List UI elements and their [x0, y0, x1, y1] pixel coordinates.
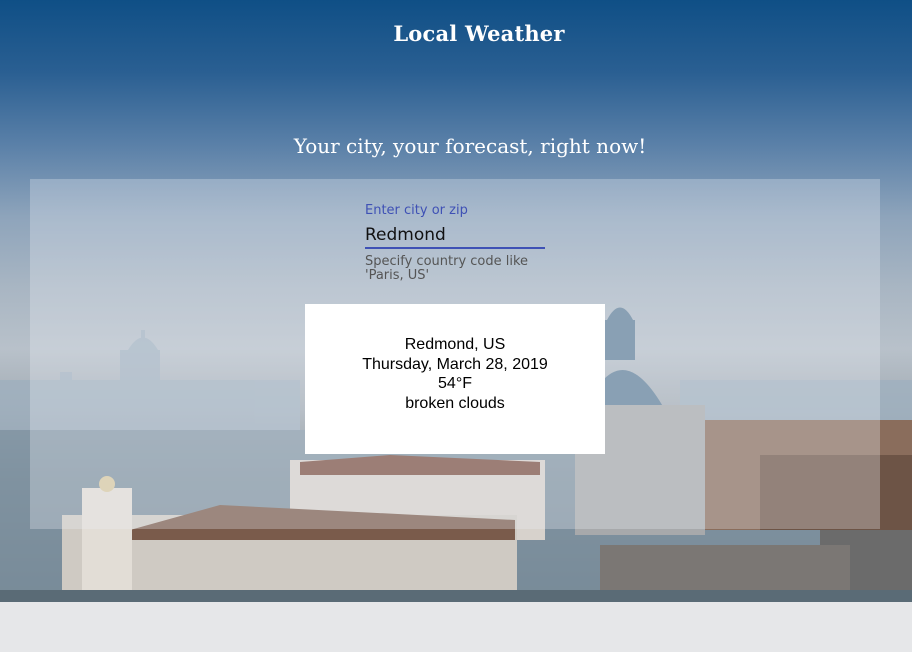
page-footer — [0, 602, 912, 652]
city-search-label: Enter city or zip — [365, 203, 468, 218]
city-search-field: Enter city or zip Specify country code l… — [365, 203, 545, 283]
weather-date: Thursday, March 28, 2019 — [362, 355, 548, 373]
weather-description: broken clouds — [405, 394, 505, 412]
weather-result-card: Redmond, US Thursday, March 28, 2019 54°… — [305, 304, 605, 454]
tagline: Your city, your forecast, right now! — [293, 134, 647, 158]
city-search-hint: Specify country code like 'Paris, US' — [365, 254, 529, 283]
weather-location: Redmond, US — [404, 336, 506, 353]
weather-temperature: 54°F — [438, 375, 472, 392]
page-title: Local Weather — [393, 21, 565, 46]
city-search-input[interactable] — [365, 223, 545, 249]
